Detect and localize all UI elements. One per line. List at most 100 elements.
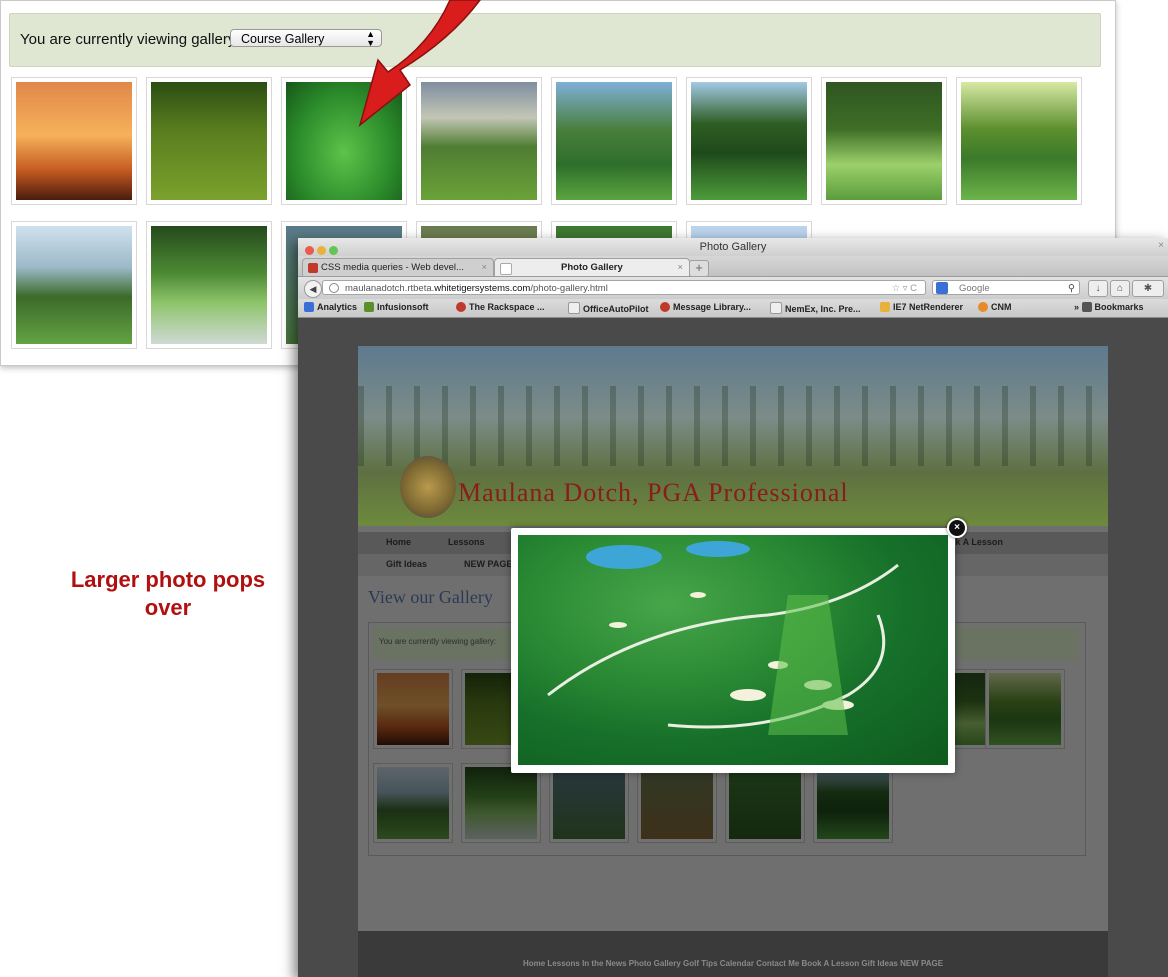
tab-photo-gallery[interactable]: Photo Gallery × [494, 258, 690, 276]
golf-course-illustration [547, 541, 899, 735]
pga-logo [400, 456, 456, 518]
search-placeholder: Google [959, 283, 990, 294]
favicon-icon [308, 263, 318, 273]
bookmark-label: Infusionsoft [377, 302, 429, 312]
bookmark-nemex[interactable]: NemEx, Inc. Pre... [770, 302, 861, 314]
page-icon [568, 302, 580, 314]
title-bar: Photo Gallery × [298, 238, 1168, 256]
search-icon[interactable]: ⚲ [1068, 281, 1075, 296]
window-close-icon[interactable]: × [1158, 240, 1164, 251]
lightbox-popup [511, 528, 955, 773]
bookmark-officeautopilot[interactable]: OfficeAutoPilot [568, 302, 649, 314]
gallery-thumbnail[interactable] [11, 77, 137, 205]
gallery-thumbnail[interactable] [373, 669, 453, 749]
overflow-chevron-icon: » [1074, 302, 1082, 312]
site-footer: Home Lessons In the News Photo Gallery G… [358, 931, 1108, 977]
gallery-thumbnail[interactable] [813, 763, 893, 843]
bookmark-label: The Rackspace ... [469, 302, 545, 312]
google-icon [936, 282, 948, 294]
tab-close-icon[interactable]: × [677, 259, 683, 276]
home-button[interactable]: ⌂ [1110, 280, 1130, 297]
search-field[interactable]: Google ⚲ [932, 280, 1080, 295]
thumbnail-image [826, 82, 942, 200]
thumbnail-image [151, 226, 267, 344]
inner-gallery-label: You are currently viewing gallery: [379, 637, 497, 646]
site-name: Maulana Dotch, PGA Professional [458, 478, 849, 507]
thumbnail-image [377, 767, 449, 839]
thumbnail-image [151, 82, 267, 200]
thumbnail-image [377, 673, 449, 745]
tab-label: Photo Gallery [561, 262, 623, 273]
url-path: /photo-gallery.html [530, 283, 608, 294]
nav-gift-ideas[interactable]: Gift Ideas [386, 559, 427, 569]
thumbnail-image [961, 82, 1077, 200]
thumbnail-image [553, 767, 625, 839]
lightbox-image [518, 535, 948, 765]
tab-close-icon[interactable]: × [481, 259, 487, 276]
thumbnail-image [556, 82, 672, 200]
bookmark-infusionsoft[interactable]: Infusionsoft [364, 302, 429, 312]
gallery-thumbnail[interactable] [725, 763, 805, 843]
site-header-image: Maulana Dotch, PGA Professional [358, 346, 1108, 526]
gallery-thumbnail[interactable] [461, 763, 541, 843]
bookmark-analytics[interactable]: Analytics [304, 302, 357, 312]
bookmark-cnm[interactable]: CNM [978, 302, 1012, 312]
page-title: View our Gallery [368, 587, 493, 607]
gallery-thumbnail[interactable] [11, 221, 137, 349]
navigation-toolbar: ◀ maulanadotch.rtbeta.whitetigersystems.… [298, 277, 1168, 299]
gallery-thumbnail[interactable] [549, 763, 629, 843]
thumbnail-image [729, 767, 801, 839]
tab-label: CSS media queries - Web devel... [321, 262, 464, 273]
addons-button[interactable]: ✱ [1132, 280, 1164, 297]
bookmark-label: Bookmarks [1094, 302, 1144, 312]
thumbnail-image [16, 226, 132, 344]
page-icon [500, 263, 512, 275]
url-prefix: maulanadotch.rtbeta. [345, 283, 435, 294]
nav-lessons[interactable]: Lessons [448, 537, 485, 547]
lightbox-close-button[interactable]: × [947, 518, 967, 538]
page-icon [770, 302, 782, 314]
palm-trees-decoration [358, 386, 1108, 466]
url-field[interactable]: maulanadotch.rtbeta.whitetigersystems.co… [322, 280, 926, 295]
bookmark-label: CNM [991, 302, 1012, 312]
nav-new-page[interactable]: NEW PAGE [464, 559, 512, 569]
gallery-thumbnail[interactable] [821, 77, 947, 205]
nav-book-a-lesson[interactable]: ok A Lesson [950, 537, 1003, 547]
footer-links[interactable]: Home Lessons In the News Photo Gallery G… [358, 959, 1108, 968]
red-arrow-annotation [358, 0, 481, 128]
download-button[interactable]: ↓ [1088, 280, 1108, 297]
gallery-thumbnail[interactable] [686, 77, 812, 205]
window-title: Photo Gallery [699, 241, 767, 253]
gallery-thumbnail[interactable] [551, 77, 677, 205]
bookmark-rackspace[interactable]: The Rackspace ... [456, 302, 545, 312]
gallery-thumbnail[interactable] [373, 763, 453, 843]
thumbnail-image [16, 82, 132, 200]
bookmark-star-icon[interactable]: ☆ ▿ C [892, 281, 917, 294]
bookmark-label: NemEx, Inc. Pre... [785, 304, 861, 314]
gallery-thumbnail[interactable] [985, 669, 1065, 749]
gallery-thumbnail[interactable] [146, 221, 272, 349]
bookmark-message-library[interactable]: Message Library... [660, 302, 751, 312]
globe-icon [329, 283, 339, 293]
tab-css-media-queries[interactable]: CSS media queries - Web devel... × [302, 258, 494, 276]
gallery-thumbnail[interactable] [146, 77, 272, 205]
bookmark-label: OfficeAutoPilot [583, 304, 649, 314]
bookmark-ie7-netrenderer[interactable]: IE7 NetRenderer [880, 302, 963, 312]
bookmark-label: Message Library... [673, 302, 751, 312]
annotation-text: Larger photo pops over [70, 567, 266, 620]
thumbnail-image [817, 767, 889, 839]
url-domain: whitetigersystems.com [434, 283, 531, 294]
bookmarks-folder[interactable]: » Bookmarks [1074, 302, 1144, 312]
rackspace-icon [456, 302, 466, 312]
bookmarks-bar: Analytics Infusionsoft The Rackspace ...… [298, 299, 1168, 318]
analytics-icon [304, 302, 314, 312]
new-tab-button[interactable]: + [689, 260, 709, 277]
gallery-thumbnail[interactable] [637, 763, 717, 843]
gallery-selector-bar: You are currently viewing gallery: Cours… [9, 13, 1101, 67]
nav-home[interactable]: Home [386, 537, 411, 547]
thumbnail-image [691, 82, 807, 200]
cnm-icon [978, 302, 988, 312]
gallery-thumbnail[interactable] [956, 77, 1082, 205]
back-button[interactable]: ◀ [304, 280, 322, 298]
thumbnail-image [641, 767, 713, 839]
